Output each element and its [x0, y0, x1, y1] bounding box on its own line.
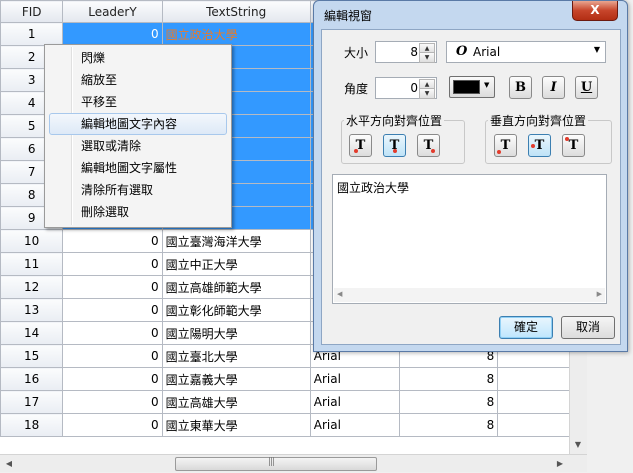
halign-left-button[interactable]: T [349, 134, 372, 157]
size-value: 8 [410, 45, 418, 59]
row-size-cell[interactable]: 8 [398, 413, 499, 437]
underline-button[interactable]: U [575, 76, 598, 99]
menu-item-select-or-clear[interactable]: 選取或清除 [49, 135, 227, 157]
angle-spinner[interactable]: 0 ▲ ▼ [375, 77, 437, 99]
row-textstring-cell[interactable]: 國立政治大學 [161, 22, 311, 46]
row-fid-cell[interactable]: 1 [0, 22, 64, 46]
menu-item-edit-map-text-properties[interactable]: 編輯地圖文字屬性 [49, 157, 227, 179]
row-fid-cell[interactable]: 17 [0, 390, 64, 414]
menu-item-edit-map-text-content[interactable]: 編輯地圖文字內容 [49, 113, 227, 135]
valign-middle-button[interactable]: T [528, 134, 551, 157]
close-button[interactable]: X [572, 1, 618, 21]
row-textstring-cell[interactable]: 國立東華大學 [161, 413, 311, 437]
edit-dialog: 編輯視窗 X 大小 8 ▲ ▼ O Arial ▼ 角度 0 ▲ ▼ ▼ B I [313, 0, 628, 352]
ok-button[interactable]: 確定 [499, 316, 553, 339]
row-size-cell[interactable]: 8 [398, 367, 499, 391]
row-leadery-cell[interactable]: 0 [62, 413, 163, 437]
size-spinner[interactable]: 8 ▲ ▼ [375, 41, 437, 63]
font-combobox[interactable]: O Arial ▼ [446, 41, 606, 63]
text-align-icon: T [534, 138, 545, 153]
spin-down-icon[interactable]: ▼ [419, 52, 435, 63]
font-value: Arial [473, 45, 501, 59]
row-textstring-cell[interactable]: 國立嘉義大學 [161, 367, 311, 391]
horizontal-scroll-thumb[interactable]: ||| [175, 457, 377, 471]
row-leadery-cell[interactable]: 0 [62, 321, 163, 345]
row-fid-cell[interactable]: 14 [0, 321, 64, 345]
scroll-right-icon[interactable]: ▶ [597, 290, 602, 298]
scroll-left-icon[interactable]: ◀ [1, 455, 17, 471]
table-row[interactable]: 160國立嘉義大學Arial80 [0, 367, 587, 391]
row-fid-cell[interactable]: 13 [0, 298, 64, 322]
valign-top-button[interactable]: T [562, 134, 585, 157]
text-content-value: 國立政治大學 [337, 181, 410, 195]
row-fid-cell[interactable]: 12 [0, 275, 64, 299]
angle-value: 0 [410, 81, 418, 95]
scroll-down-icon[interactable]: ▼ [570, 436, 586, 452]
halign-center-button[interactable]: T [383, 134, 406, 157]
menu-item-flash[interactable]: 閃爍 [49, 47, 227, 69]
text-align-icon: T [568, 138, 579, 153]
context-menu: 閃爍 縮放至 平移至 編輯地圖文字內容 選取或清除 編輯地圖文字屬性 清除所有選… [44, 44, 232, 228]
horizontal-alignment-label: 水平方向對齊位置 [346, 114, 443, 128]
row-fid-cell[interactable]: 10 [0, 229, 64, 253]
row-leadery-cell[interactable]: 0 [62, 344, 163, 368]
row-fid-cell[interactable]: 15 [0, 344, 64, 368]
cancel-button[interactable]: 取消 [561, 316, 615, 339]
close-icon: X [590, 3, 600, 17]
row-size-cell[interactable]: 8 [398, 390, 499, 414]
halign-right-button[interactable]: T [417, 134, 440, 157]
row-textstring-cell[interactable]: 國立彰化師範大學 [161, 298, 311, 322]
row-leadery-cell[interactable]: 0 [62, 22, 163, 46]
menu-item-delete-selection[interactable]: 刪除選取 [49, 201, 227, 223]
row-leadery-cell[interactable]: 0 [62, 390, 163, 414]
bold-button[interactable]: B [509, 76, 532, 99]
chevron-down-icon[interactable]: ▼ [594, 45, 600, 54]
row-font-cell[interactable]: Arial [309, 413, 400, 437]
spin-down-icon[interactable]: ▼ [419, 88, 435, 99]
column-header-fid[interactable]: FID [0, 0, 64, 23]
text-content-box[interactable]: 國立政治大學 ◀ ▶ [332, 174, 607, 304]
menu-item-pan-to[interactable]: 平移至 [49, 91, 227, 113]
angle-label: 角度 [344, 82, 369, 96]
color-swatch [453, 80, 480, 94]
dialog-title: 編輯視窗 [324, 9, 373, 23]
italic-button[interactable]: I [542, 76, 565, 99]
row-leadery-cell[interactable]: 0 [62, 252, 163, 276]
row-textstring-cell[interactable]: 國立高雄師範大學 [161, 275, 311, 299]
menu-item-clear-all-selection[interactable]: 清除所有選取 [49, 179, 227, 201]
textbox-horizontal-scrollbar[interactable]: ◀ ▶ [334, 288, 605, 302]
row-font-cell[interactable]: Arial [309, 367, 400, 391]
row-leadery-cell[interactable]: 0 [62, 275, 163, 299]
row-leadery-cell[interactable]: 0 [62, 229, 163, 253]
table-row[interactable]: 170國立高雄大學Arial80 [0, 390, 587, 414]
text-align-icon: T [500, 138, 511, 153]
row-fid-cell[interactable]: 16 [0, 367, 64, 391]
column-header-leadery[interactable]: LeaderY [62, 0, 163, 23]
row-font-cell[interactable]: Arial [309, 390, 400, 414]
row-textstring-cell[interactable]: 國立陽明大學 [161, 321, 311, 345]
row-leadery-cell[interactable]: 0 [62, 367, 163, 391]
row-textstring-cell[interactable]: 國立臺灣海洋大學 [161, 229, 311, 253]
row-textstring-cell[interactable]: 國立中正大學 [161, 252, 311, 276]
size-label: 大小 [344, 46, 369, 60]
row-textstring-cell[interactable]: 國立高雄大學 [161, 390, 311, 414]
dialog-body: 大小 8 ▲ ▼ O Arial ▼ 角度 0 ▲ ▼ ▼ B I U 水平方向… [321, 29, 621, 345]
column-header-textstring[interactable]: TextString [161, 0, 311, 23]
grip-icon: ||| [268, 457, 275, 467]
chevron-down-icon: ▼ [484, 81, 490, 89]
menu-item-zoom-to[interactable]: 縮放至 [49, 69, 227, 91]
row-fid-cell[interactable]: 18 [0, 413, 64, 437]
row-fid-cell[interactable]: 11 [0, 252, 64, 276]
color-picker[interactable]: ▼ [449, 76, 495, 98]
scroll-left-icon[interactable]: ◀ [337, 290, 342, 298]
valign-bottom-button[interactable]: T [494, 134, 517, 157]
table-row[interactable]: 180國立東華大學Arial80 [0, 413, 587, 437]
vertical-alignment-label: 垂直方向對齊位置 [490, 114, 587, 128]
font-type-icon: O [456, 44, 468, 59]
horizontal-scrollbar[interactable]: ◀ ||| ▶ [0, 454, 587, 472]
row-leadery-cell[interactable]: 0 [62, 298, 163, 322]
scroll-right-icon[interactable]: ▶ [552, 455, 568, 471]
row-textstring-cell[interactable]: 國立臺北大學 [161, 344, 311, 368]
